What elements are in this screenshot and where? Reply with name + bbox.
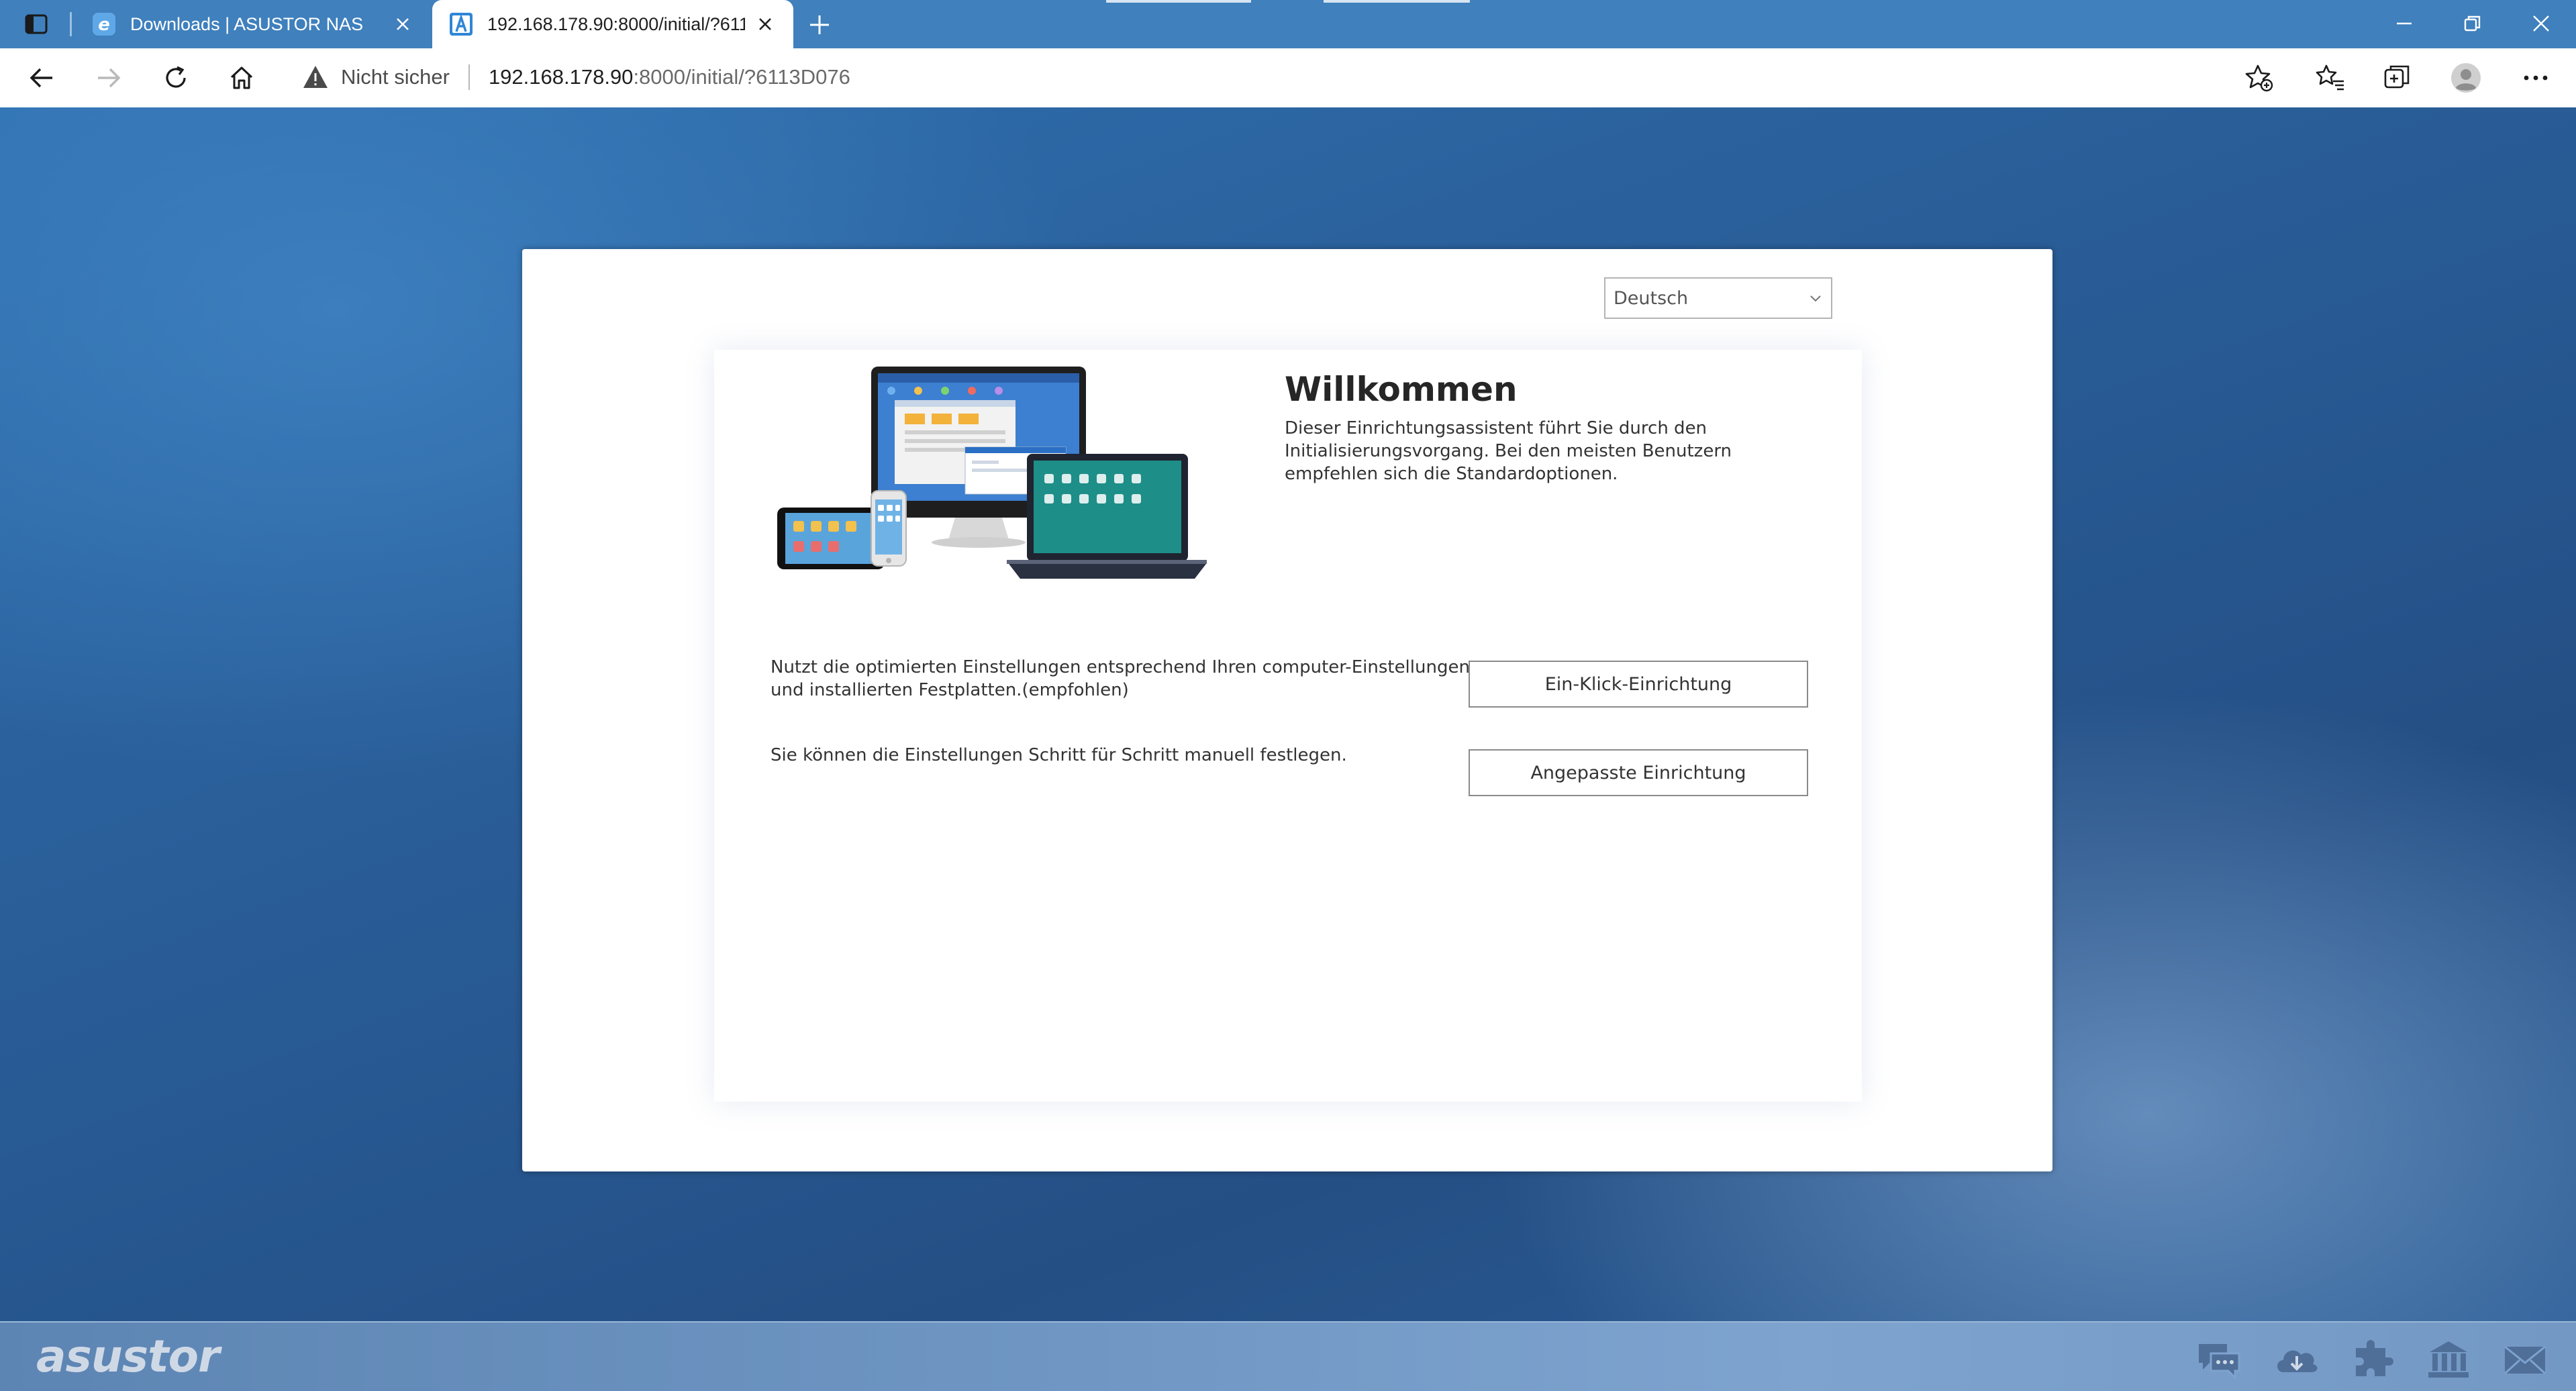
- tab-close-button[interactable]: [753, 12, 777, 36]
- asustor-a-icon: [450, 13, 473, 36]
- mail-icon[interactable]: [2502, 1339, 2548, 1380]
- tab-initial-setup[interactable]: 192.168.178.90:8000/initial/?611: [432, 0, 793, 48]
- favorites-button[interactable]: [2312, 60, 2349, 95]
- restore-icon: [2464, 15, 2481, 32]
- welcome-description: Dieser Einrichtungsassistent führt Sie d…: [1285, 418, 1732, 484]
- language-select[interactable]: Deutsch: [1604, 277, 1832, 319]
- star-add-icon: [2245, 64, 2273, 92]
- arrow-right-icon: [98, 68, 121, 88]
- url-field[interactable]: Nicht sicher 192.168.178.90:8000/initial…: [282, 55, 2269, 99]
- home-button[interactable]: [223, 60, 260, 95]
- close-window-button[interactable]: [2521, 7, 2561, 40]
- asustor-logo: asustor: [36, 1331, 220, 1382]
- url-path: :8000/initial/?6113D076: [633, 65, 850, 89]
- one-click-description: Nutzt die optimierten Einstellungen ents…: [771, 657, 1470, 700]
- close-icon: [2533, 15, 2549, 32]
- add-favorite-button[interactable]: [2240, 60, 2278, 95]
- tab-title: 192.168.178.90:8000/initial/?611: [487, 13, 745, 34]
- tab-separator: [70, 12, 72, 36]
- devices-illustration: [777, 367, 1207, 579]
- tab-actions-icon: [25, 14, 48, 34]
- custom-setup-button[interactable]: Angepasste Einrichtung: [1469, 749, 1808, 796]
- profile-button[interactable]: [2447, 60, 2485, 95]
- tab-title: Downloads | ASUSTOR NAS: [130, 13, 364, 34]
- restore-button[interactable]: [2453, 7, 2493, 40]
- custom-setup-description: Sie können die Einstellungen Schritt für…: [771, 745, 1347, 765]
- url-separator: [468, 64, 470, 90]
- refresh-button[interactable]: [157, 60, 195, 95]
- collections-icon: [2384, 65, 2410, 89]
- plugin-icon[interactable]: [2349, 1339, 2395, 1380]
- url-host: 192.168.178.90: [488, 65, 634, 89]
- bank-icon[interactable]: [2426, 1339, 2471, 1380]
- welcome-title: Willkommen: [1285, 370, 1518, 409]
- tab-close-button[interactable]: [391, 12, 415, 36]
- avatar-icon: [2451, 63, 2481, 93]
- cloud-download-icon[interactable]: [2274, 1339, 2320, 1380]
- arrow-left-icon: [30, 68, 52, 88]
- tab-actions-button[interactable]: [15, 9, 58, 39]
- asustor-e-icon: e: [93, 13, 115, 36]
- more-button[interactable]: [2517, 60, 2555, 95]
- tab-bar: e Downloads | ASUSTOR NAS 192.168.178.90…: [0, 0, 2576, 48]
- page-background: Deutsch Willkommen Dieser Einrichtungsas…: [0, 107, 2576, 1391]
- favorites-icon: [2316, 64, 2344, 91]
- minimize-button[interactable]: [2384, 7, 2424, 40]
- tab-downloads[interactable]: e Downloads | ASUSTOR NAS: [75, 0, 431, 48]
- svg-text:e: e: [98, 15, 110, 35]
- refresh-icon: [166, 66, 186, 88]
- home-icon: [230, 66, 253, 89]
- chat-icon[interactable]: [2196, 1339, 2242, 1380]
- plus-icon: [810, 15, 829, 34]
- window-snap-indicator: [1106, 0, 1251, 3]
- window-snap-indicator: [1324, 0, 1470, 3]
- minimize-icon: [2397, 22, 2412, 25]
- close-icon: [759, 18, 771, 30]
- one-click-setup-button[interactable]: Ein-Klick-Einrichtung: [1469, 661, 1808, 708]
- close-icon: [397, 18, 409, 30]
- back-button[interactable]: [23, 60, 60, 95]
- collections-button[interactable]: [2379, 60, 2416, 95]
- security-status[interactable]: Nicht sicher: [341, 65, 450, 89]
- url-text[interactable]: 192.168.178.90:8000/initial/?6113D076: [489, 65, 850, 89]
- new-tab-button[interactable]: [804, 9, 835, 40]
- warning-icon: [303, 66, 328, 88]
- address-bar: Nicht sicher 192.168.178.90:8000/initial…: [0, 48, 2576, 108]
- forward-button[interactable]: [90, 60, 128, 95]
- language-value: Deutsch: [1614, 287, 1689, 309]
- chevron-down-icon: [1810, 295, 1821, 302]
- asustor-bottom-bar: asustor: [0, 1321, 2576, 1391]
- setup-dialog: Deutsch Willkommen Dieser Einrichtungsas…: [522, 249, 2052, 1171]
- more-icon: [2524, 75, 2548, 81]
